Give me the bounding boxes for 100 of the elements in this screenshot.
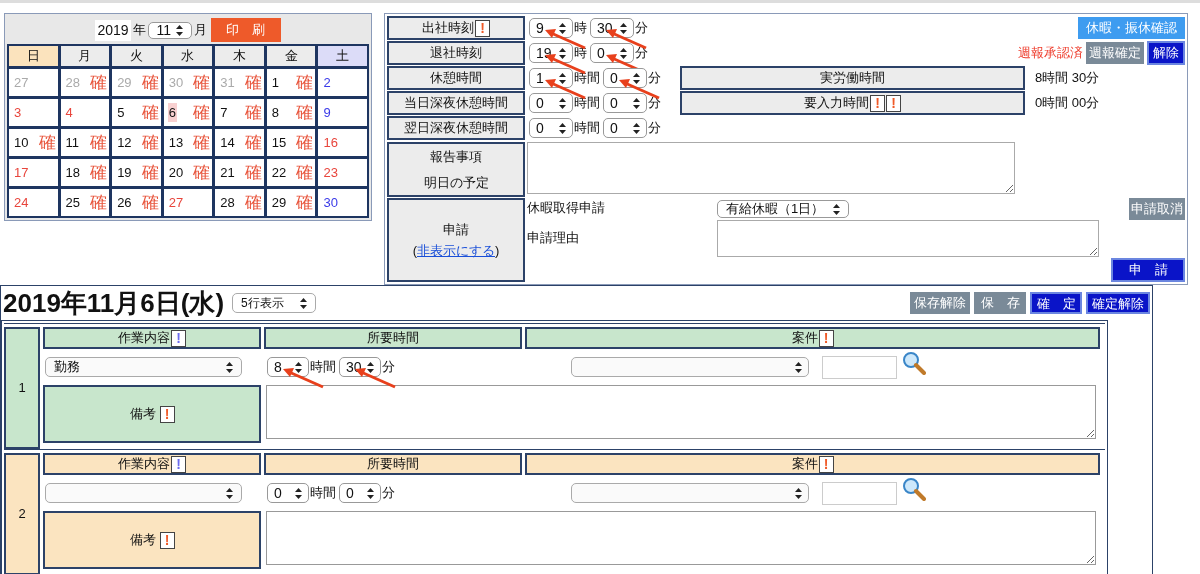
calendar-day[interactable]: 1 確	[266, 69, 316, 96]
time-select[interactable]: 0	[529, 118, 573, 138]
calendar-day[interactable]: 3	[9, 99, 58, 126]
calendar-day[interactable]: 26 確	[112, 189, 161, 216]
calendar-day[interactable]: 21 確	[215, 159, 264, 186]
updown-icon	[367, 487, 374, 499]
calendar-day[interactable]: 2	[318, 69, 367, 96]
task-select[interactable]: 勤務	[45, 357, 242, 377]
calendar-day[interactable]: 25 確	[60, 189, 110, 216]
action-button[interactable]: 確定解除	[1086, 292, 1150, 314]
weekday-header: 水	[163, 46, 213, 66]
month-select[interactable]: 11	[147, 21, 192, 39]
calendar-day[interactable]: 16	[318, 129, 367, 156]
weekly-confirm-button[interactable]: 週報確定	[1086, 42, 1144, 64]
unit-label: 分	[648, 94, 661, 113]
leave-label: 休暇取得申請	[527, 199, 606, 217]
column-header: 所要時間	[264, 453, 522, 475]
leave-type-select[interactable]: 有給休暇（1日）	[717, 200, 849, 218]
calendar-day[interactable]: 4	[60, 99, 110, 126]
alert-mark: !	[818, 329, 834, 347]
unit-label: 分	[635, 19, 648, 38]
day-number: 16	[322, 133, 339, 152]
calendar-day[interactable]: 24	[9, 189, 58, 216]
time-select[interactable]: 0	[603, 68, 647, 88]
calendar-day[interactable]: 23	[318, 159, 367, 186]
project-select[interactable]	[571, 483, 809, 503]
time-select[interactable]: 9	[529, 18, 573, 38]
field-label: 退社時刻	[387, 41, 525, 65]
time-select[interactable]: 8	[267, 357, 309, 377]
report-textarea[interactable]	[527, 142, 1015, 194]
calendar-day[interactable]: 8 確	[266, 99, 316, 126]
day-number: 28	[219, 193, 236, 212]
day-number: 30	[322, 193, 339, 212]
rows-select[interactable]: 5行表示	[232, 293, 317, 313]
time-select[interactable]: 0	[529, 93, 573, 113]
calendar-day[interactable]: 22 確	[266, 159, 316, 186]
calendar-day[interactable]: 18 確	[60, 159, 110, 186]
updown-icon	[295, 487, 302, 499]
hide-link[interactable]: 非表示にする	[417, 241, 495, 261]
unit-label: 時	[574, 19, 587, 38]
calendar-day[interactable]: 20 確	[163, 159, 213, 186]
calendar-day[interactable]: 27	[163, 189, 213, 216]
calendar-day[interactable]: 9	[318, 99, 367, 126]
time-select[interactable]: 0	[590, 43, 634, 63]
summary-label: 実労働時間	[680, 66, 1025, 90]
updown-icon	[559, 22, 566, 34]
day-number: 17	[13, 163, 30, 182]
calendar-day[interactable]: 19 確	[112, 159, 161, 186]
summary-value: 8時間 30分	[1035, 69, 1100, 88]
calendar-day[interactable]: 15 確	[266, 129, 316, 156]
time-select[interactable]: 0	[603, 118, 647, 138]
reason-textarea[interactable]	[717, 220, 1099, 257]
note-textarea[interactable]	[266, 511, 1096, 565]
time-select[interactable]: 0	[603, 93, 647, 113]
action-button[interactable]: 保 存	[974, 292, 1026, 314]
submit-application-button[interactable]: 申 請	[1111, 258, 1185, 282]
field-label: 当日深夜休憩時間	[387, 91, 525, 115]
task-select[interactable]	[45, 483, 242, 503]
year-field[interactable]: 2019	[95, 19, 131, 41]
calendar-day[interactable]: 10 確	[9, 129, 58, 156]
cancel-application-button[interactable]: 申請取消	[1129, 198, 1185, 220]
calendar-day[interactable]: 6 確	[163, 99, 213, 126]
alert-mark: !	[870, 94, 885, 112]
day-number: 2	[322, 73, 332, 92]
report-label-text: 報告事項	[430, 148, 482, 166]
project-code-field[interactable]	[822, 481, 897, 505]
note-textarea[interactable]	[266, 385, 1096, 439]
release-button[interactable]: 解除	[1147, 41, 1185, 65]
calendar-day[interactable]: 28 確	[60, 69, 110, 96]
calendar-day[interactable]: 28 確	[215, 189, 264, 216]
day-number: 14	[219, 133, 236, 152]
action-button[interactable]: 確 定	[1030, 292, 1082, 314]
time-select[interactable]: 0	[267, 483, 309, 503]
weekday-header: 日	[9, 46, 58, 66]
calendar-day[interactable]: 31 確	[215, 69, 264, 96]
updown-icon	[367, 361, 374, 373]
calendar-day[interactable]: 7 確	[215, 99, 264, 126]
calendar-day[interactable]: 17	[9, 159, 58, 186]
project-code-field[interactable]	[822, 355, 897, 379]
time-select[interactable]: 0	[339, 483, 381, 503]
search-icon[interactable]	[902, 477, 926, 501]
alert-mark: !	[159, 405, 175, 423]
action-button[interactable]: 保存解除	[910, 292, 970, 314]
calendar-day[interactable]: 5 確	[112, 99, 161, 126]
project-select[interactable]	[571, 357, 809, 377]
calendar-day[interactable]: 30 確	[163, 69, 213, 96]
time-select[interactable]: 1	[529, 68, 573, 88]
updown-icon	[795, 487, 802, 499]
search-icon[interactable]	[902, 351, 926, 375]
calendar-day[interactable]: 11 確	[60, 129, 110, 156]
updown-icon	[175, 24, 183, 36]
calendar-day[interactable]: 29 確	[266, 189, 316, 216]
calendar-day[interactable]: 13 確	[163, 129, 213, 156]
calendar-day[interactable]: 14 確	[215, 129, 264, 156]
date-title: 2019年11月6日(水)	[3, 286, 225, 320]
alert-mark: !	[818, 455, 834, 473]
updown-icon	[226, 487, 233, 499]
calendar-day[interactable]: 30	[318, 189, 367, 216]
calendar-day[interactable]: 29 確	[112, 69, 161, 96]
calendar-day[interactable]: 12 確	[112, 129, 161, 156]
